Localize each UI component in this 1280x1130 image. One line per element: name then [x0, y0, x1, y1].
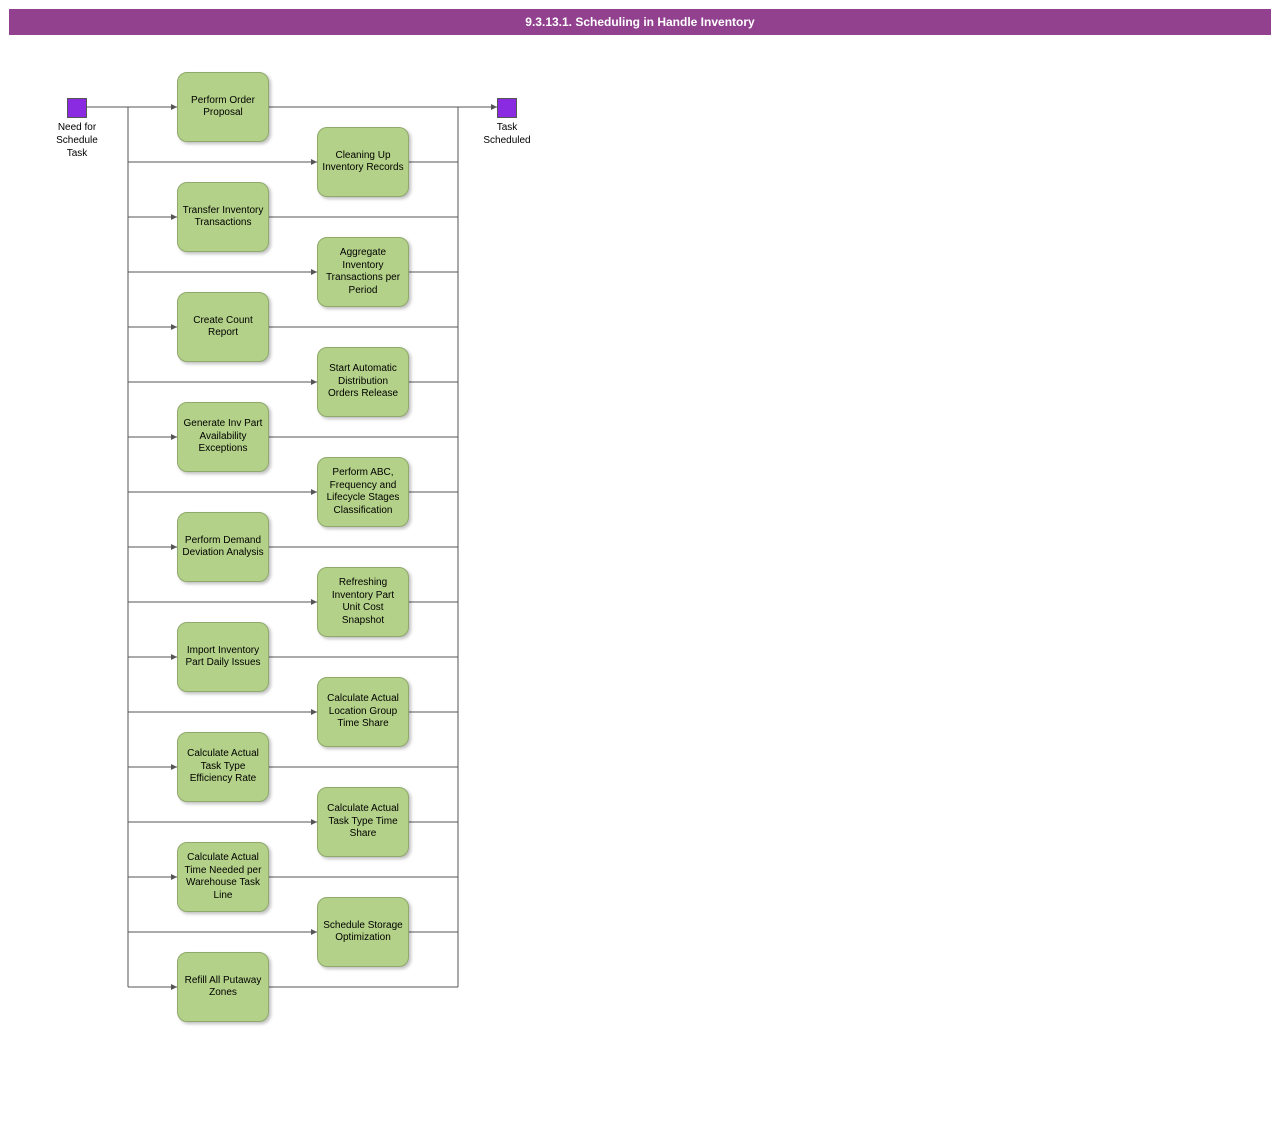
task-calculate-actual-task-type-time-share[interactable]: Calculate Actual Task Type Time Share [317, 787, 409, 857]
task-calculate-actual-task-type-efficiency-rate[interactable]: Calculate Actual Task Type Efficiency Ra… [177, 732, 269, 802]
task-refill-all-putaway-zones[interactable]: Refill All Putaway Zones [177, 952, 269, 1022]
task-transfer-inventory-transactions[interactable]: Transfer Inventory Transactions [177, 182, 269, 252]
task-generate-inv-part-availability-exceptions[interactable]: Generate Inv Part Availability Exception… [177, 402, 269, 472]
diagram-canvas: Need forScheduleTask TaskScheduled Perfo… [0, 35, 1280, 1125]
start-event [67, 98, 87, 118]
task-calculate-actual-time-needed-per-warehouse-task-line[interactable]: Calculate Actual Time Needed per Warehou… [177, 842, 269, 912]
task-calculate-actual-location-group-time-share[interactable]: Calculate Actual Location Group Time Sha… [317, 677, 409, 747]
task-cleaning-up-inventory-records[interactable]: Cleaning Up Inventory Records [317, 127, 409, 197]
task-refreshing-inventory-part-unit-cost-snapshot[interactable]: Refreshing Inventory Part Unit Cost Snap… [317, 567, 409, 637]
end-event-label: TaskScheduled [477, 121, 537, 147]
task-start-automatic-distribution-orders-release[interactable]: Start Automatic Distribution Orders Rele… [317, 347, 409, 417]
task-schedule-storage-optimization[interactable]: Schedule Storage Optimization [317, 897, 409, 967]
page-title: 9.3.13.1. Scheduling in Handle Inventory [9, 9, 1271, 35]
task-perform-order-proposal[interactable]: Perform Order Proposal [177, 72, 269, 142]
task-create-count-report[interactable]: Create Count Report [177, 292, 269, 362]
start-event-label: Need forScheduleTask [47, 121, 107, 160]
task-perform-demand-deviation-analysis[interactable]: Perform Demand Deviation Analysis [177, 512, 269, 582]
task-aggregate-inventory-transactions-per-period[interactable]: Aggregate Inventory Transactions per Per… [317, 237, 409, 307]
task-perform-abc-frequency-lifecycle-classification[interactable]: Perform ABC, Frequency and Lifecycle Sta… [317, 457, 409, 527]
end-event [497, 98, 517, 118]
task-import-inventory-part-daily-issues[interactable]: Import Inventory Part Daily Issues [177, 622, 269, 692]
